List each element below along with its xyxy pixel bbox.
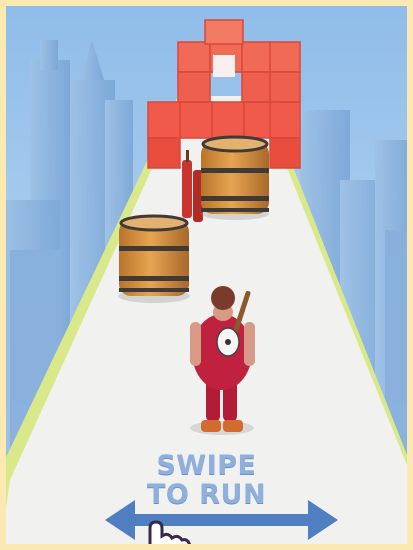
barrel-obstacle-far <box>201 135 269 220</box>
barrel-obstacle-near <box>118 214 190 303</box>
tutorial-text-line2: TO RUN <box>146 479 267 510</box>
game-viewport[interactable]: SWIPE TO RUN <box>0 0 413 550</box>
tutorial-text-line1: SWIPE <box>156 450 257 481</box>
wall-gap-white <box>213 55 235 77</box>
